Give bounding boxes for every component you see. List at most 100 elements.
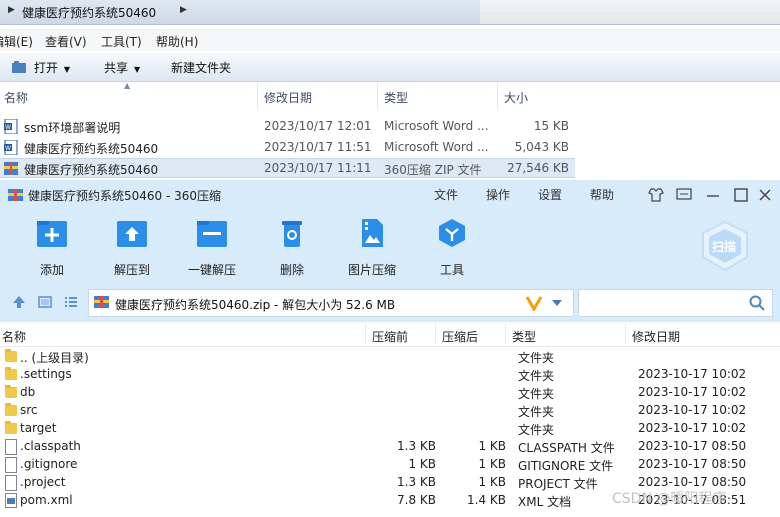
breadcrumb-chevron-icon[interactable]: ▶ (180, 5, 187, 15)
explorer-column-header: 名称 ▲ 修改日期 类型 大小 (0, 81, 580, 109)
image-compress-icon (362, 219, 383, 247)
column-type[interactable]: 类型 (384, 89, 408, 106)
archive-path-field[interactable]: 健康医疗预约系统50460.zip - 解包大小为 52.6 MB (88, 289, 574, 317)
maximize-icon[interactable] (733, 187, 749, 203)
chevron-down-icon: ▼ (134, 65, 141, 74)
explorer-command-bar: 打开 ▼ 共享 ▼ 新建文件夹 (0, 53, 780, 82)
chevron-down-icon: ▼ (63, 65, 70, 74)
file-row-selected[interactable]: 健康医疗预约系统50460 2023/10/17 11:11 360压缩 ZIP… (0, 158, 575, 178)
one-click-extract-icon (197, 221, 227, 247)
file-type: Microsoft Word ... (384, 119, 489, 133)
column-divider[interactable] (377, 83, 378, 109)
archive-row[interactable]: .settings 文件夹 2023-10-17 10:02 (0, 366, 780, 384)
breadcrumb[interactable]: 健康医疗预约系统50460 (22, 4, 156, 21)
entry-type: GITIGNORE 文件 (518, 459, 614, 473)
sort-ascending-icon: ▲ (124, 81, 131, 90)
search-icon[interactable] (749, 295, 765, 311)
tools-button[interactable]: 工具 (417, 218, 487, 278)
archive-row[interactable]: db 文件夹 2023-10-17 10:02 (0, 384, 780, 402)
share-button[interactable]: 共享 ▼ (104, 59, 140, 76)
file-date: 2023/10/17 11:51 (264, 140, 372, 154)
search-input[interactable] (578, 289, 773, 317)
zip-archive-icon (94, 296, 109, 308)
list-view-icon[interactable] (64, 296, 78, 308)
menu-view[interactable]: 查看(V) (45, 33, 87, 50)
thumbnail-view-icon[interactable] (38, 296, 52, 308)
one-click-extract-button[interactable]: 一键解压 (177, 218, 247, 278)
archive-row[interactable]: .gitignore 1 KB 1 KB GITIGNORE 文件 2023-1… (0, 456, 780, 474)
explorer-search-area[interactable] (480, 0, 780, 24)
svg-text:W: W (5, 145, 11, 152)
column-divider[interactable] (497, 83, 498, 109)
column-divider[interactable] (257, 83, 258, 109)
entry-name: src (20, 403, 38, 417)
archive-row[interactable]: src 文件夹 2023-10-17 10:02 (0, 402, 780, 420)
file-type: Microsoft Word ... (384, 140, 489, 154)
open-icon (12, 61, 26, 73)
entry-size-after: 1 KB (478, 475, 506, 489)
column-name[interactable]: 名称 (4, 89, 28, 106)
menu-file[interactable]: 文件 (434, 186, 458, 203)
image-compress-button[interactable]: 图片压缩 (337, 218, 407, 278)
column-size[interactable]: 大小 (504, 89, 528, 106)
file-date: 2023/10/17 12:01 (264, 119, 372, 133)
column-compressed-before[interactable]: 压缩前 (372, 328, 408, 345)
archive-path: 健康医疗预约系统50460.zip - 解包大小为 52.6 MB (115, 298, 396, 312)
v-badge-icon[interactable] (525, 295, 543, 311)
delete-button[interactable]: 删除 (257, 218, 327, 278)
file-row[interactable]: W 健康医疗预约系统50460 2023/10/17 11:51 Microso… (0, 138, 575, 158)
menu-help[interactable]: 帮助(H) (156, 33, 198, 50)
menu-operation[interactable]: 操作 (486, 186, 510, 203)
word-doc-icon: W (4, 140, 18, 155)
archive-row[interactable]: .classpath 1.3 KB 1 KB CLASSPATH 文件 2023… (0, 438, 780, 456)
watermark: CSDN @暖阳程序 (612, 491, 727, 507)
new-folder-button[interactable]: 新建文件夹 (171, 59, 231, 76)
close-icon[interactable] (757, 187, 773, 203)
column-divider[interactable] (365, 324, 366, 344)
zip-window: 健康医疗预约系统50460 - 360压缩 文件 操作 设置 帮助 添加 解压到… (0, 180, 780, 517)
chevron-down-icon[interactable] (551, 299, 563, 307)
extract-to-button[interactable]: 解压到 (97, 218, 167, 278)
entry-type: CLASSPATH 文件 (518, 441, 615, 455)
column-divider[interactable] (625, 324, 626, 344)
folder-icon (5, 349, 17, 362)
column-divider[interactable] (505, 324, 506, 344)
file-icon (5, 439, 17, 455)
column-modified[interactable]: 修改日期 (632, 328, 680, 345)
column-divider[interactable] (435, 324, 436, 344)
explorer-window: ▶ 健康医疗预约系统50460 ▶ 编辑(E) 查看(V) 工具(T) 帮助(H… (0, 0, 780, 185)
feedback-icon[interactable] (676, 187, 692, 203)
scan-button[interactable]: 扫描 (700, 220, 750, 272)
entry-name: db (20, 385, 36, 399)
entry-size-after: 1.4 KB (467, 493, 506, 507)
folder-icon (5, 385, 17, 398)
file-icon (5, 457, 17, 473)
file-size: 5,043 KB (514, 140, 569, 154)
add-button[interactable]: 添加 (17, 218, 87, 278)
entry-size-after: 1 KB (478, 439, 506, 453)
entry-name: .project (20, 475, 66, 489)
entry-size-after: 1 KB (478, 457, 506, 471)
up-arrow-icon[interactable] (12, 295, 26, 309)
zip-header: 健康医疗预约系统50460 - 360压缩 文件 操作 设置 帮助 添加 解压到… (0, 180, 780, 322)
open-button[interactable]: 打开 ▼ (12, 59, 70, 76)
column-compressed-after[interactable]: 压缩后 (442, 328, 478, 345)
explorer-address-bar[interactable]: ▶ 健康医疗预约系统50460 ▶ (0, 0, 780, 25)
skin-icon[interactable] (648, 187, 664, 203)
minimize-icon[interactable] (705, 187, 721, 203)
column-type[interactable]: 类型 (512, 328, 536, 345)
folder-icon (5, 367, 17, 380)
archive-row[interactable]: target 文件夹 2023-10-17 10:02 (0, 420, 780, 438)
breadcrumb-chevron-icon[interactable]: ▶ (8, 5, 15, 15)
zip-archive-icon (4, 162, 18, 175)
column-name[interactable]: 名称 (2, 328, 26, 345)
menu-settings[interactable]: 设置 (538, 186, 562, 203)
archive-row[interactable]: .. (上级目录) 文件夹 (0, 348, 780, 366)
menu-tools[interactable]: 工具(T) (101, 33, 142, 50)
menu-help[interactable]: 帮助 (590, 186, 614, 203)
entry-size-before: 1 KB (408, 457, 436, 471)
menu-edit[interactable]: 编辑(E) (0, 33, 33, 50)
column-date[interactable]: 修改日期 (264, 89, 312, 106)
file-row[interactable]: W ssm环境部署说明 2023/10/17 12:01 Microsoft W… (0, 117, 575, 137)
entry-date: 2023-10-17 10:02 (638, 385, 747, 399)
